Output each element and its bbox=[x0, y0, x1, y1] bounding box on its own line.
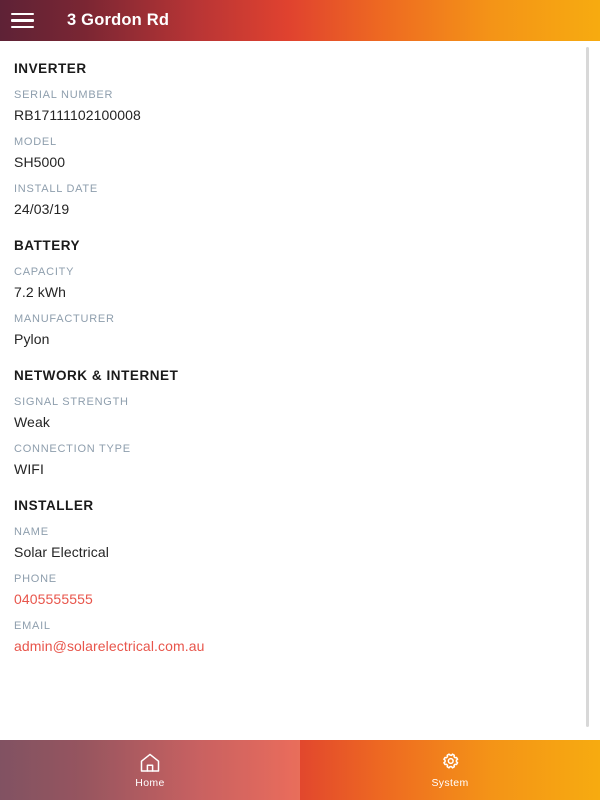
hamburger-menu-icon-bar-3 bbox=[10, 25, 34, 29]
field-serial-number: SERIAL NUMBER RB17111102100008 bbox=[14, 89, 586, 123]
field-label: MANUFACTURER bbox=[14, 313, 115, 325]
field-value: Solar Electrical bbox=[14, 544, 109, 560]
field-value: RB17111102100008 bbox=[14, 107, 141, 123]
field-value: Weak bbox=[14, 414, 50, 430]
nav-system-label: System bbox=[431, 777, 469, 789]
hamburger-menu-icon-bar-1 bbox=[10, 12, 34, 16]
field-value: 7.2 kWh bbox=[14, 284, 67, 300]
section-network-internet: NETWORK & INTERNET SIGNAL STRENGTH Weak … bbox=[0, 368, 600, 477]
gear-icon bbox=[438, 751, 462, 775]
content-scroll-area[interactable]: INVERTER SERIAL NUMBER RB17111102100008 … bbox=[0, 41, 600, 740]
field-value: Pylon bbox=[14, 331, 50, 347]
field-label: CONNECTION TYPE bbox=[14, 443, 131, 455]
section-battery: BATTERY CAPACITY 7.2 kWh MANUFACTURER Py… bbox=[0, 238, 600, 347]
field-label: NAME bbox=[14, 526, 49, 538]
hamburger-menu-button[interactable] bbox=[0, 0, 44, 41]
section-heading: INSTALLER bbox=[14, 498, 94, 513]
nav-system-content: System bbox=[431, 751, 468, 789]
field-value: 24/03/19 bbox=[14, 201, 70, 217]
vertical-scrollbar[interactable] bbox=[585, 47, 589, 727]
app-root: 3 Gordon Rd INVERTER SERIAL NUMBER RB171… bbox=[0, 0, 600, 800]
app-header: 3 Gordon Rd bbox=[0, 0, 600, 41]
field-label: PHONE bbox=[14, 573, 57, 585]
section-heading: BATTERY bbox=[14, 238, 81, 253]
field-label: INSTALL DATE bbox=[14, 183, 98, 195]
hamburger-menu-icon-bar-2 bbox=[10, 19, 34, 22]
nav-home-label: Home bbox=[135, 777, 165, 789]
installer-phone-link[interactable]: 0405555555 bbox=[14, 591, 586, 607]
field-label: CAPACITY bbox=[14, 266, 75, 278]
field-label: EMAIL bbox=[14, 620, 51, 632]
section-heading: NETWORK & INTERNET bbox=[14, 368, 179, 383]
field-value: WIFI bbox=[14, 461, 44, 477]
section-inverter: INVERTER SERIAL NUMBER RB17111102100008 … bbox=[0, 61, 600, 217]
section-heading: INVERTER bbox=[14, 61, 87, 76]
field-installer-email: EMAIL admin@solarelectrical.com.au bbox=[14, 620, 586, 654]
field-installer-name: NAME Solar Electrical bbox=[14, 526, 586, 560]
nav-tab-home[interactable]: Home bbox=[0, 740, 300, 800]
field-manufacturer: MANUFACTURER Pylon bbox=[14, 313, 586, 347]
field-capacity: CAPACITY 7.2 kWh bbox=[14, 266, 586, 300]
installer-email-link[interactable]: admin@solarelectrical.com.au bbox=[14, 638, 586, 654]
field-value: SH5000 bbox=[14, 154, 66, 170]
home-icon bbox=[138, 751, 162, 775]
field-connection-type: CONNECTION TYPE WIFI bbox=[14, 443, 586, 477]
nav-home-content: Home bbox=[135, 751, 164, 789]
field-model: MODEL SH5000 bbox=[14, 136, 586, 170]
bottom-navigation-bar: Home System bbox=[0, 740, 600, 800]
field-label: SIGNAL STRENGTH bbox=[14, 396, 129, 408]
field-install-date: INSTALL DATE 24/03/19 bbox=[14, 183, 586, 217]
page-title: 3 Gordon Rd bbox=[67, 11, 170, 29]
nav-tab-system[interactable]: System bbox=[300, 740, 600, 800]
field-signal-strength: SIGNAL STRENGTH Weak bbox=[14, 396, 586, 430]
field-installer-phone: PHONE 0405555555 bbox=[14, 573, 586, 607]
field-label: MODEL bbox=[14, 136, 57, 148]
field-label: SERIAL NUMBER bbox=[14, 89, 114, 101]
section-installer: INSTALLER NAME Solar Electrical PHONE 04… bbox=[0, 498, 600, 654]
